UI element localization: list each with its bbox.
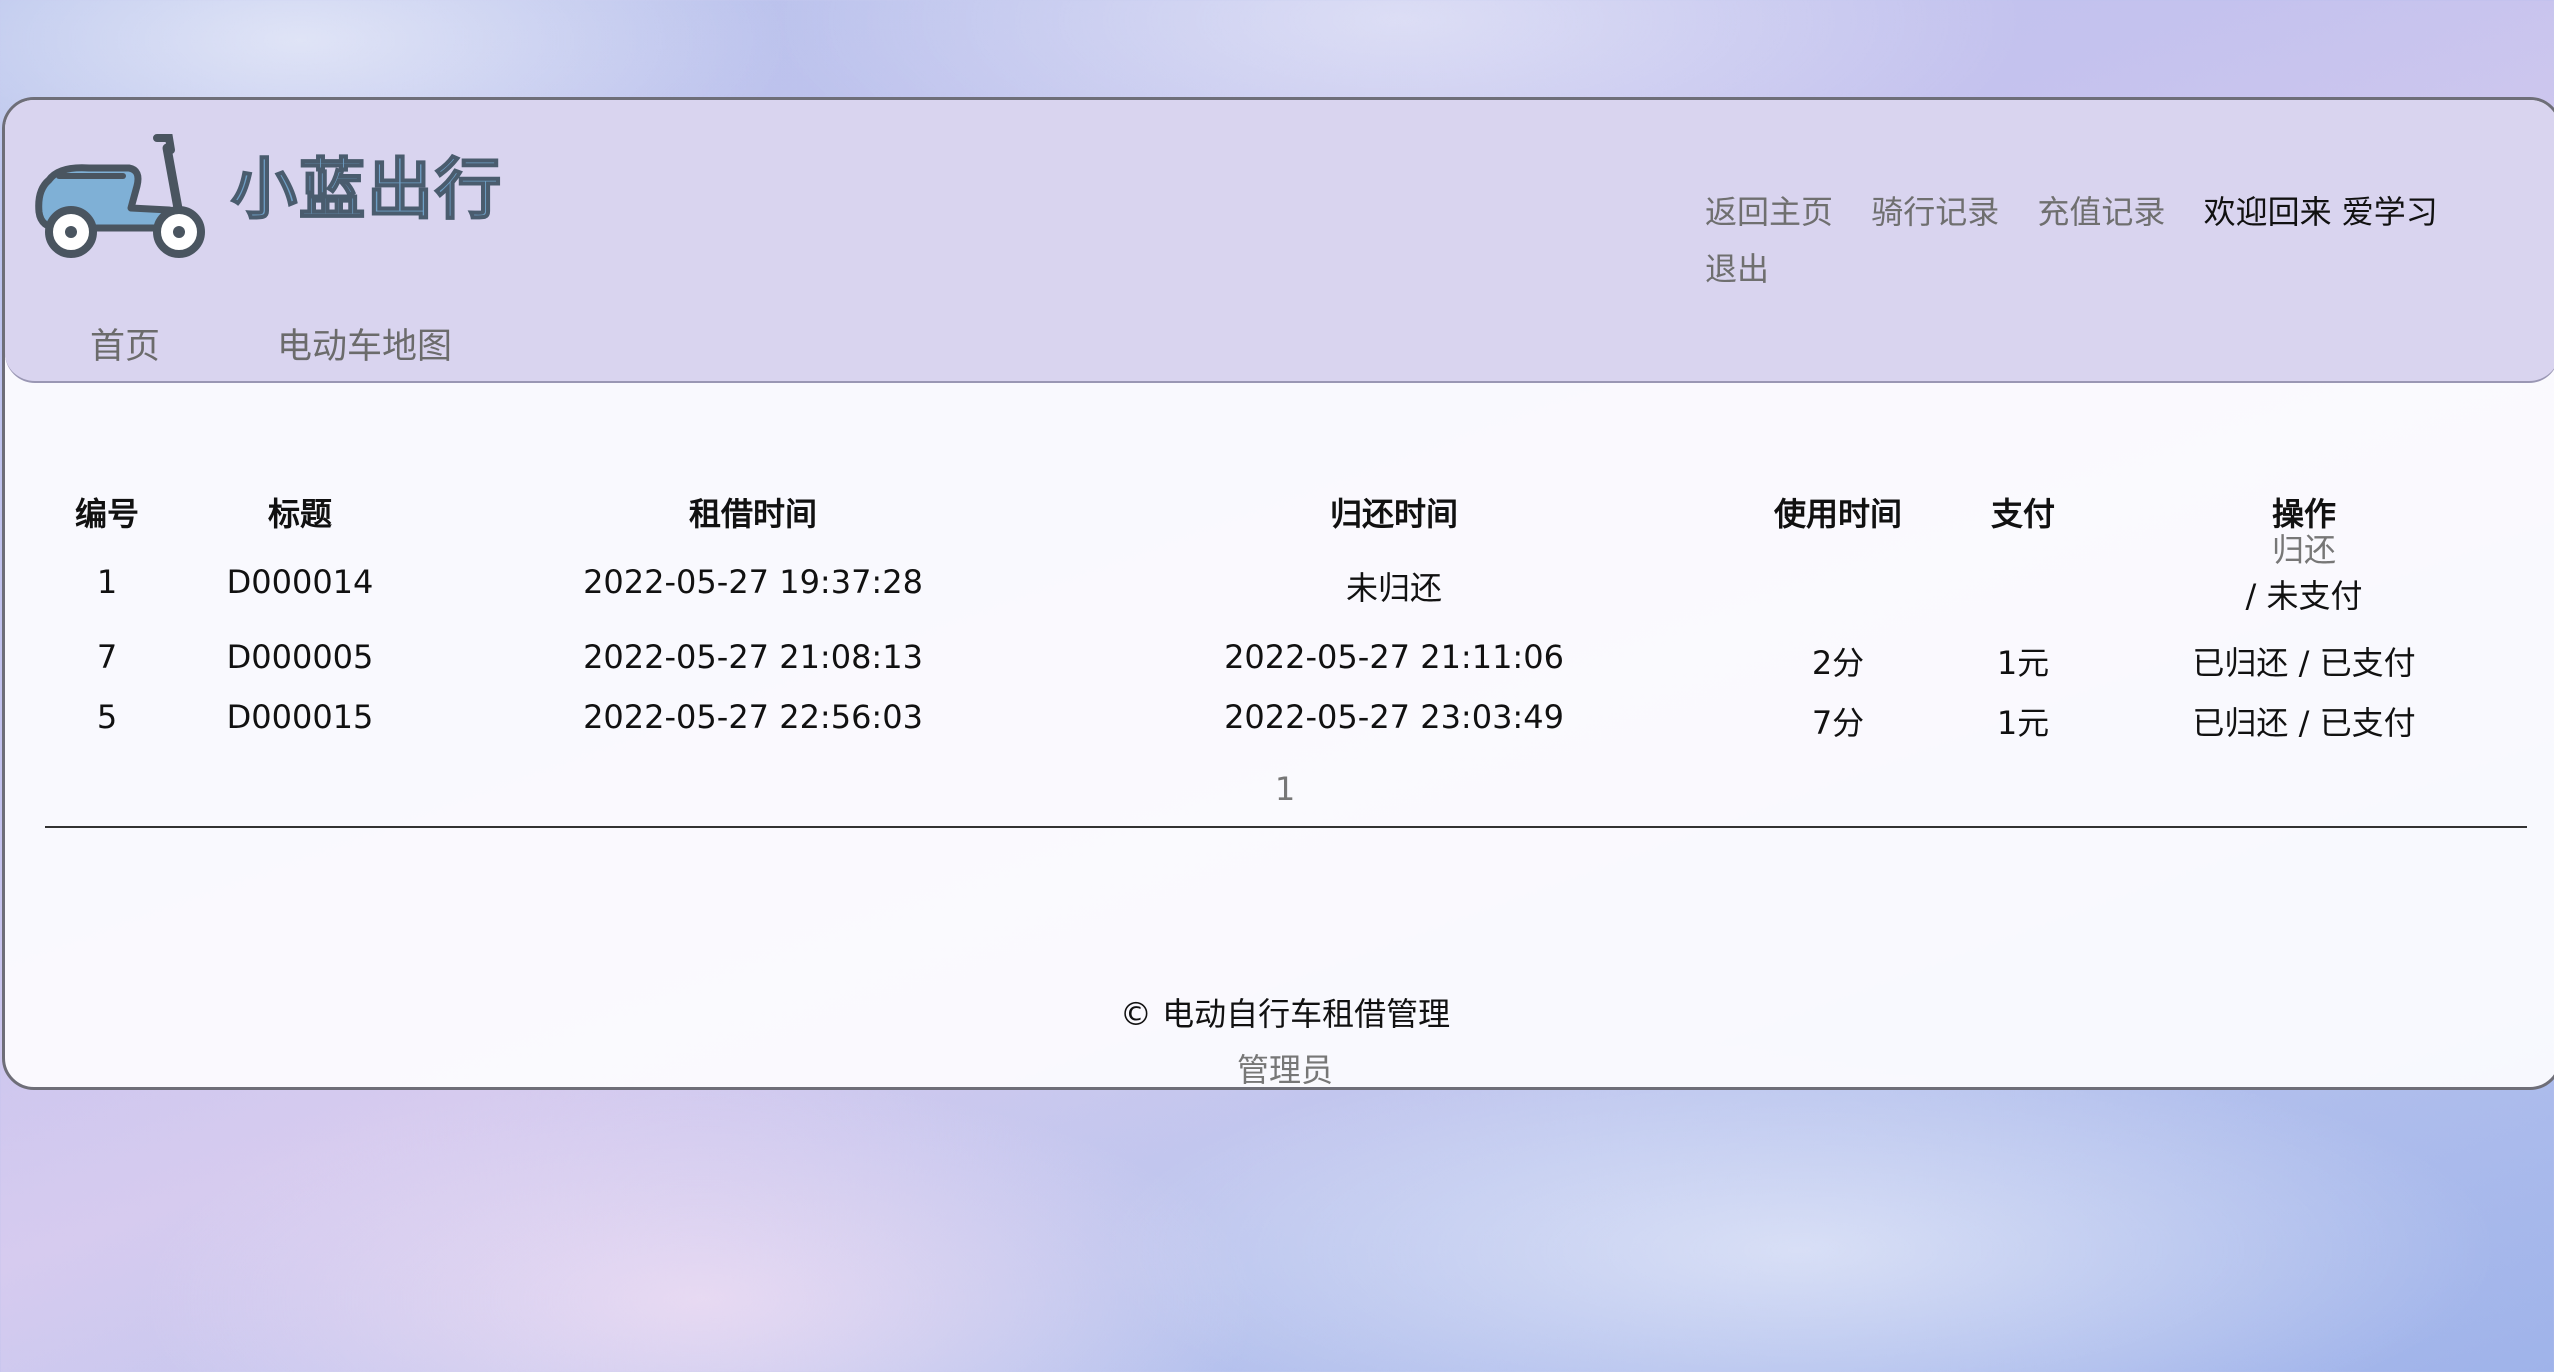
cell-rent-time: 2022-05-27 22:56:03 xyxy=(583,698,923,736)
cell-return-time: 未归还 xyxy=(1345,569,1443,607)
cell-actions: 已归还 / 已支付 xyxy=(2192,698,2415,744)
return-link[interactable]: 归还 xyxy=(2272,531,2336,569)
main-nav-home[interactable]: 首页 xyxy=(90,318,160,369)
cell-rent-time: 2022-05-27 21:08:13 xyxy=(583,638,923,676)
nav-link-home[interactable]: 返回主页 xyxy=(1705,193,1833,231)
op-separator: / xyxy=(2298,704,2310,742)
col-header-rent-time: 租借时间 xyxy=(688,495,818,533)
logout-link[interactable]: 退出 xyxy=(1705,250,1769,288)
cell-duration: 7分 xyxy=(1811,704,1865,742)
col-header-id: 编号 xyxy=(74,495,140,533)
payment-status: 已支付 xyxy=(2319,644,2416,682)
cell-payment: 1元 xyxy=(1996,704,2050,742)
logo[interactable]: 小蓝出行 xyxy=(19,128,503,258)
cell-rent-time: 2022-05-27 19:37:28 xyxy=(583,563,923,601)
cell-payment: 1元 xyxy=(1996,644,2050,682)
footer-admin-link[interactable]: 管理员 xyxy=(1120,1042,1450,1087)
op-separator: / xyxy=(2245,577,2257,615)
return-status: 已归还 xyxy=(2192,644,2289,682)
footer: © 电动自行车租借管理 管理员 xyxy=(1119,986,1451,1087)
cell-title: D000014 xyxy=(226,563,374,601)
return-status: 已归还 xyxy=(2192,704,2289,742)
nav-link-recharge-records[interactable]: 充值记录 xyxy=(2037,193,2165,231)
op-separator: / xyxy=(2298,644,2310,682)
payment-status: 已支付 xyxy=(2319,704,2416,742)
cell-actions: 已归还 / 已支付 xyxy=(2192,638,2415,684)
cell-duration: 2分 xyxy=(1811,644,1865,682)
cell-return-time: 2022-05-27 21:11:06 xyxy=(1224,638,1564,676)
nav-link-ride-records[interactable]: 骑行记录 xyxy=(1871,193,1999,231)
cell-actions: 归还 / 未支付 xyxy=(2246,527,2363,619)
cell-id: 7 xyxy=(96,638,118,676)
pagination-page[interactable]: 1 xyxy=(1275,770,1295,808)
payment-status: 未支付 xyxy=(2266,577,2363,615)
footer-copyright: © 电动自行车租借管理 xyxy=(1119,995,1451,1033)
cell-id: 5 xyxy=(96,698,118,736)
col-header-duration: 使用时间 xyxy=(1773,495,1903,533)
main-frame: 小蓝出行 返回主页 骑行记录 充值记录 欢迎回来 爱学习 退出 首页 电动车地图… xyxy=(2,97,2554,1090)
welcome-text: 欢迎回来 爱学习 xyxy=(2203,193,2438,231)
divider xyxy=(45,826,2527,828)
cell-title: D000005 xyxy=(226,638,374,676)
col-header-title: 标题 xyxy=(267,495,333,533)
main-nav-map[interactable]: 电动车地图 xyxy=(277,318,452,369)
scooter-icon xyxy=(35,134,205,258)
cell-id: 1 xyxy=(96,563,118,601)
cell-title: D000015 xyxy=(226,698,374,736)
header: 小蓝出行 返回主页 骑行记录 充值记录 欢迎回来 爱学习 退出 首页 电动车地图 xyxy=(5,100,2554,383)
cell-return-time: 2022-05-27 23:03:49 xyxy=(1224,698,1564,736)
col-header-payment: 支付 xyxy=(1990,495,2056,533)
top-nav: 返回主页 骑行记录 充值记录 欢迎回来 爱学习 退出 xyxy=(1705,184,2485,298)
brand-name: 小蓝出行 xyxy=(230,150,503,229)
col-header-return-time: 归还时间 xyxy=(1329,495,1459,533)
